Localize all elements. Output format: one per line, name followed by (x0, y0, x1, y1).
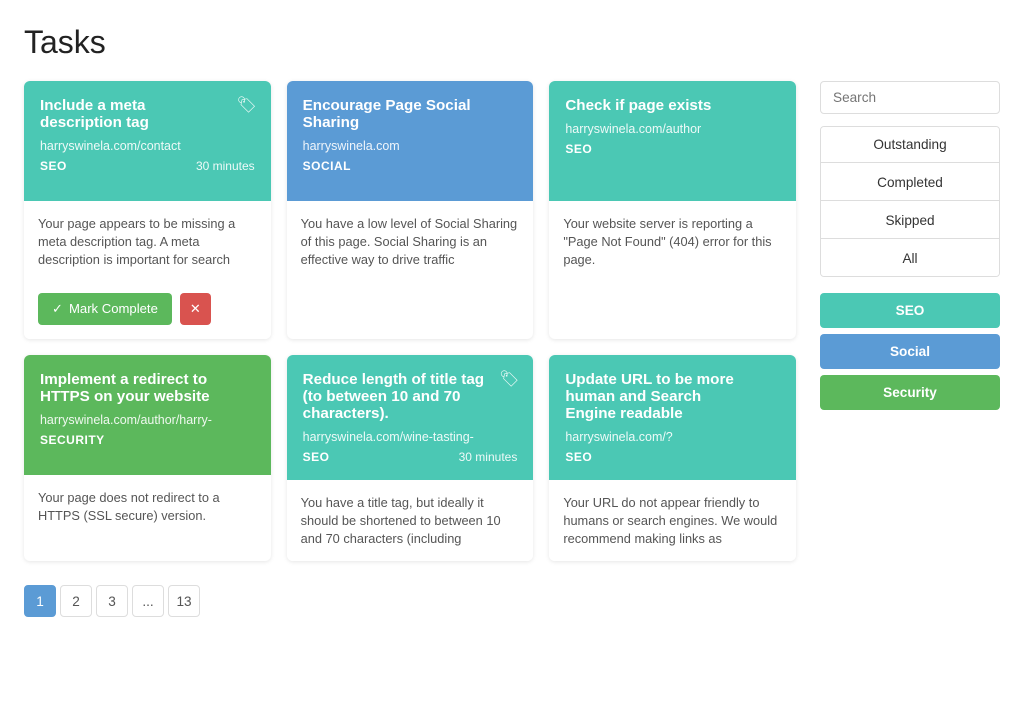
card-title: Encourage Page Social Sharing (303, 97, 518, 131)
card-description: You have a title tag, but ideally it sho… (301, 494, 520, 548)
mark-complete-label: Mark Complete (69, 301, 158, 316)
card-tag: SEO (303, 450, 330, 464)
card-url: harryswinela.com (303, 139, 518, 153)
card-title: Reduce length of title tag (to between 1… (303, 371, 518, 422)
card-url: harryswinela.com/? (565, 430, 780, 444)
page-title: Tasks (24, 24, 1000, 61)
card-body: Your URL do not appear friendly to human… (549, 480, 796, 562)
filter-completed-button[interactable]: Completed (821, 165, 999, 201)
card-header: Encourage Page Social Sharing harryswine… (287, 81, 534, 201)
card-header: 🏷 Reduce length of title tag (to between… (287, 355, 534, 480)
category-security-button[interactable]: Security (820, 375, 1000, 410)
task-card: 🏷 Include a meta description tag harrysw… (24, 81, 271, 339)
card-body: Your website server is reporting a "Page… (549, 201, 796, 283)
card-description: Your page does not redirect to a HTTPS (… (38, 489, 257, 525)
card-title: Update URL to be more human and Search E… (565, 371, 780, 422)
task-card: 🏷 Reduce length of title tag (to between… (287, 355, 534, 562)
card-meta: SEO 30 minutes (40, 159, 255, 173)
card-body: Your page does not redirect to a HTTPS (… (24, 475, 271, 555)
tag-icon: 🏷 (236, 95, 256, 115)
filter-outstanding-button[interactable]: Outstanding (821, 127, 999, 163)
filter-all-button[interactable]: All (821, 241, 999, 276)
card-meta: SEO (565, 142, 780, 156)
check-icon: ✓ (52, 301, 63, 317)
card-header: 🏷 Include a meta description tag harrysw… (24, 81, 271, 201)
page-2-button[interactable]: 2 (60, 585, 92, 617)
card-tag: SEO (565, 142, 592, 156)
page-13-button[interactable]: 13 (168, 585, 200, 617)
card-meta: SEO (565, 450, 780, 464)
task-grid: 🏷 Include a meta description tag harrysw… (24, 81, 796, 561)
category-seo-button[interactable]: SEO (820, 293, 1000, 328)
card-title: Include a meta description tag (40, 97, 255, 131)
card-description: Your page appears to be missing a meta d… (38, 215, 257, 269)
card-title: Check if page exists (565, 97, 780, 114)
card-url: harryswinela.com/wine-tasting- (303, 430, 518, 444)
dismiss-icon: ✕ (190, 301, 201, 316)
task-card: Implement a redirect to HTTPS on your we… (24, 355, 271, 562)
sidebar: OutstandingCompletedSkippedAll SEO Social… (820, 81, 1000, 617)
filter-skipped-button[interactable]: Skipped (821, 203, 999, 239)
card-tag: SECURITY (40, 433, 105, 447)
task-card: Update URL to be more human and Search E… (549, 355, 796, 562)
page-1-button[interactable]: 1 (24, 585, 56, 617)
card-description: Your URL do not appear friendly to human… (563, 494, 782, 548)
task-card: Encourage Page Social Sharing harryswine… (287, 81, 534, 339)
task-card: Check if page exists harryswinela.com/au… (549, 81, 796, 339)
main-content: 🏷 Include a meta description tag harrysw… (24, 81, 796, 617)
category-social-button[interactable]: Social (820, 334, 1000, 369)
page-3-button[interactable]: 3 (96, 585, 128, 617)
category-filter-group: SEO Social Security (820, 293, 1000, 410)
card-time: 30 minutes (459, 450, 518, 464)
card-meta: SOCIAL (303, 159, 518, 173)
card-description: You have a low level of Social Sharing o… (301, 215, 520, 269)
card-tag: SEO (565, 450, 592, 464)
card-tag: SOCIAL (303, 159, 351, 173)
mark-complete-button[interactable]: ✓ Mark Complete (38, 293, 172, 325)
card-time: 30 minutes (196, 159, 255, 173)
search-input[interactable] (820, 81, 1000, 114)
card-meta: SEO 30 minutes (303, 450, 518, 464)
card-body: You have a low level of Social Sharing o… (287, 201, 534, 283)
tag-icon: 🏷 (499, 369, 519, 389)
card-actions: ✓ Mark Complete ✕ (24, 283, 271, 339)
card-url: harryswinela.com/author (565, 122, 780, 136)
card-header: Implement a redirect to HTTPS on your we… (24, 355, 271, 475)
card-description: Your website server is reporting a "Page… (563, 215, 782, 269)
card-body: You have a title tag, but ideally it sho… (287, 480, 534, 562)
card-header: Update URL to be more human and Search E… (549, 355, 796, 480)
pagination: 123...13 (24, 585, 796, 617)
card-url: harryswinela.com/contact (40, 139, 255, 153)
card-body: Your page appears to be missing a meta d… (24, 201, 271, 283)
dismiss-button[interactable]: ✕ (180, 293, 211, 325)
card-meta: SECURITY (40, 433, 255, 447)
pagination-ellipsis: ... (132, 585, 164, 617)
card-title: Implement a redirect to HTTPS on your we… (40, 371, 255, 405)
card-header: Check if page exists harryswinela.com/au… (549, 81, 796, 201)
status-filter-group: OutstandingCompletedSkippedAll (820, 126, 1000, 277)
card-url: harryswinela.com/author/harry- (40, 413, 255, 427)
card-tag: SEO (40, 159, 67, 173)
